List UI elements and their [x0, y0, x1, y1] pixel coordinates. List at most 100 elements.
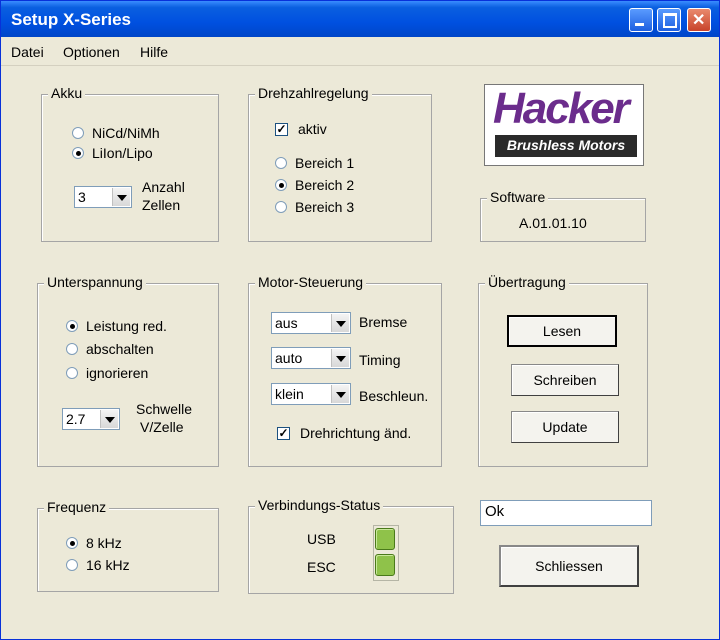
akku-group: Akku NiCd/NiMh LiIon/Lipo 3 Anzahl Zelle… [41, 85, 219, 242]
checkbox-drehrichtung-label: Drehrichtung änd. [300, 425, 412, 441]
setup-window: Setup X-Series ✕ Datei Optionen Hilfe Ak… [0, 0, 720, 640]
software-title: Software [487, 189, 549, 205]
radio-bereich-1[interactable]: Bereich 1 [275, 155, 354, 171]
radio-bereich-3-label: Bereich 3 [295, 199, 355, 215]
radio-liion-indicator[interactable] [72, 147, 84, 159]
update-button[interactable]: Update [511, 411, 619, 443]
client-area: Datei Optionen Hilfe Akku NiCd/NiMh LiIo… [1, 37, 719, 639]
checkbox-drehrichtung[interactable]: ✓ Drehrichtung änd. [277, 425, 411, 441]
chevron-down-icon[interactable] [331, 385, 349, 403]
radio-16khz-indicator[interactable] [66, 559, 78, 571]
radio-abschalten[interactable]: abschalten [66, 341, 154, 357]
radio-nicd-indicator[interactable] [72, 127, 84, 139]
radio-ignorieren-indicator[interactable] [66, 367, 78, 379]
cells-value: 3 [78, 189, 86, 205]
close-button[interactable]: ✕ [687, 8, 711, 32]
timing-label: Timing [359, 352, 401, 368]
bremse-select[interactable]: aus [271, 312, 351, 334]
beschleun-label: Beschleun. [359, 388, 429, 404]
timing-select[interactable]: auto [271, 347, 351, 369]
menu-bar: Datei Optionen Hilfe [1, 37, 719, 66]
akku-title: Akku [48, 85, 86, 101]
unterspannung-group: Unterspannung Leistung red. abschalten i… [37, 274, 219, 467]
esc-status-indicator [375, 554, 395, 576]
radio-leistung-label: Leistung red. [86, 318, 167, 334]
checkbox-aktiv-label: aktiv [298, 121, 327, 137]
unterspannung-title: Unterspannung [44, 274, 146, 290]
radio-16khz-label: 16 kHz [86, 557, 130, 573]
radio-8khz-indicator[interactable] [66, 537, 78, 549]
beschleun-value: klein [275, 386, 304, 402]
chevron-down-icon[interactable] [100, 410, 118, 428]
radio-bereich-2[interactable]: Bereich 2 [275, 177, 354, 193]
frequenz-title: Frequenz [44, 499, 110, 515]
frequenz-group: Frequenz 8 kHz 16 kHz [37, 499, 219, 592]
radio-leistung[interactable]: Leistung red. [66, 318, 167, 334]
radio-ignorieren-label: ignorieren [86, 365, 149, 381]
status-group: Verbindungs-Status USB ESC [248, 497, 454, 594]
menu-optionen[interactable]: Optionen [63, 44, 120, 60]
threshold-value: 2.7 [66, 411, 86, 427]
checkbox-drehrichtung-box[interactable]: ✓ [277, 426, 290, 440]
title-bar[interactable]: Setup X-Series ✕ [1, 1, 719, 37]
radio-abschalten-label: abschalten [86, 341, 154, 357]
close-icon: ✕ [692, 12, 706, 29]
drehzahl-group: Drehzahlregelung ✓ aktiv Bereich 1 Berei… [248, 85, 432, 242]
uebertragung-title: Übertragung [485, 274, 569, 290]
software-group: Software A.01.01.10 [480, 189, 646, 242]
radio-bereich-3-indicator[interactable] [275, 201, 287, 213]
status-field[interactable]: Ok [480, 500, 652, 526]
threshold-label-2: V/Zelle [140, 419, 184, 435]
radio-nicd-label: NiCd/NiMh [92, 125, 160, 141]
uebertragung-group: Übertragung Lesen Schreiben Update [478, 274, 648, 467]
usb-label: USB [307, 531, 336, 547]
timing-value: auto [275, 350, 303, 366]
checkbox-aktiv[interactable]: ✓ aktiv [275, 121, 327, 137]
radio-8khz-label: 8 kHz [86, 535, 122, 551]
radio-bereich-2-label: Bereich 2 [295, 177, 355, 193]
status-title: Verbindungs-Status [255, 497, 384, 513]
cells-select[interactable]: 3 [74, 186, 132, 208]
chevron-down-icon[interactable] [331, 314, 349, 332]
lesen-button[interactable]: Lesen [507, 315, 617, 347]
threshold-label-1: Schwelle [136, 401, 193, 417]
cells-label-1: Anzahl [142, 179, 185, 195]
bremse-label: Bremse [359, 314, 408, 330]
radio-leistung-indicator[interactable] [66, 320, 78, 332]
radio-16khz[interactable]: 16 kHz [66, 557, 130, 573]
minimize-button[interactable] [629, 8, 653, 32]
logo-band: Brushless Motors [495, 135, 637, 157]
radio-bereich-3[interactable]: Bereich 3 [275, 199, 354, 215]
logo-brand: Hacker [493, 84, 630, 133]
radio-abschalten-indicator[interactable] [66, 343, 78, 355]
schreiben-button[interactable]: Schreiben [511, 364, 619, 396]
radio-bereich-1-indicator[interactable] [275, 157, 287, 169]
window-title: Setup X-Series [11, 10, 131, 29]
cells-label-2: Zellen [142, 197, 181, 213]
menu-hilfe[interactable]: Hilfe [140, 44, 168, 60]
checkbox-aktiv-box[interactable]: ✓ [275, 122, 288, 136]
maximize-button[interactable] [657, 8, 681, 32]
hacker-logo: Hacker Brushless Motors [484, 84, 644, 166]
beschleun-select[interactable]: klein [271, 383, 351, 405]
motor-title: Motor-Steuerung [255, 274, 367, 290]
radio-bereich-2-indicator[interactable] [275, 179, 287, 191]
radio-nicd[interactable]: NiCd/NiMh [72, 125, 160, 141]
logo-tagline: Brushless Motors [506, 137, 626, 153]
menu-datei[interactable]: Datei [11, 44, 44, 60]
radio-liion-label: LiIon/Lipo [92, 145, 153, 161]
software-version: A.01.01.10 [519, 215, 587, 231]
usb-status-indicator [375, 528, 395, 550]
radio-liion[interactable]: LiIon/Lipo [72, 145, 153, 161]
drehzahl-title: Drehzahlregelung [255, 85, 372, 101]
radio-ignorieren[interactable]: ignorieren [66, 365, 148, 381]
radio-8khz[interactable]: 8 kHz [66, 535, 122, 551]
motor-group: Motor-Steuerung aus Bremse auto Timing k… [248, 274, 442, 467]
radio-bereich-1-label: Bereich 1 [295, 155, 355, 171]
esc-label: ESC [307, 559, 336, 575]
schliessen-button[interactable]: Schliessen [499, 545, 639, 587]
chevron-down-icon[interactable] [331, 349, 349, 367]
chevron-down-icon[interactable] [112, 188, 130, 206]
bremse-value: aus [275, 315, 298, 331]
threshold-select[interactable]: 2.7 [62, 408, 120, 430]
